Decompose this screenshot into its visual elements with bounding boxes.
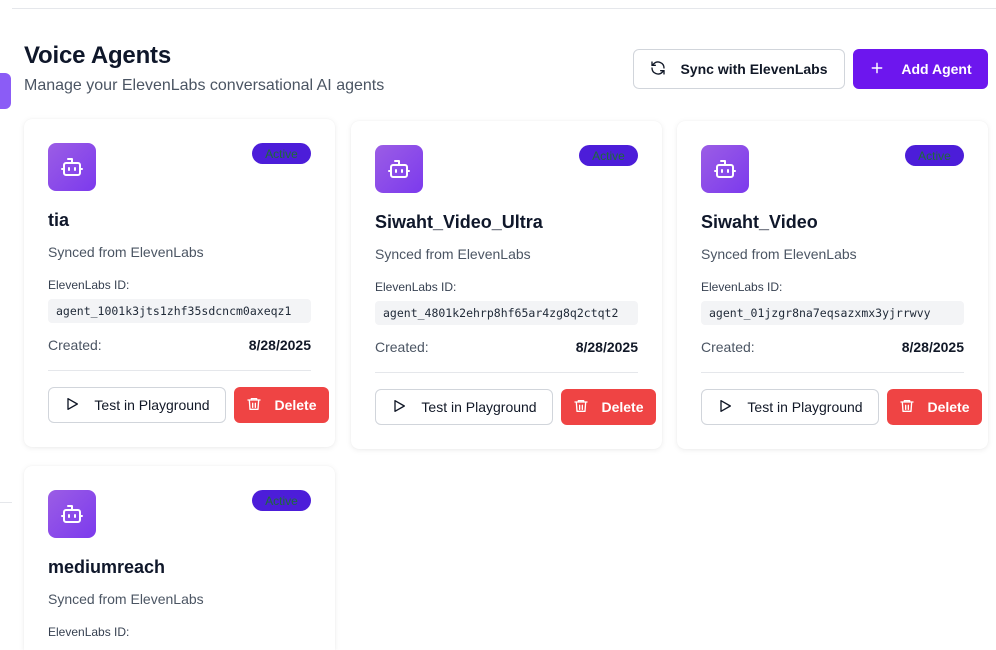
agent-source: Synced from ElevenLabs xyxy=(701,246,857,262)
created-label: Created: xyxy=(701,339,755,355)
created-date: 8/28/2025 xyxy=(901,339,964,355)
play-icon xyxy=(391,398,407,417)
created-date: 8/28/2025 xyxy=(248,337,311,353)
agent-card: Active Siwaht_Video Synced from ElevenLa… xyxy=(677,121,988,449)
agent-card: Active Siwaht_Video_Ultra Synced from El… xyxy=(351,121,662,449)
plus-icon xyxy=(869,60,885,79)
delete-label: Delete xyxy=(274,397,317,413)
id-label: ElevenLabs ID: xyxy=(48,625,130,639)
delete-button[interactable]: Delete xyxy=(887,389,982,425)
delete-button[interactable]: Delete xyxy=(234,387,329,423)
agent-name: mediumreach xyxy=(48,557,166,577)
id-label: ElevenLabs ID: xyxy=(48,278,130,292)
bot-icon xyxy=(375,145,423,193)
trash-icon xyxy=(573,398,589,417)
page-subtitle: Manage your ElevenLabs conversational AI… xyxy=(24,77,385,94)
page-title: Voice Agents xyxy=(24,42,171,69)
test-playground-button[interactable]: Test in Playground xyxy=(701,389,879,425)
top-bar xyxy=(0,0,996,9)
delete-button[interactable]: Delete xyxy=(561,389,656,425)
card-divider xyxy=(375,372,638,373)
refresh-icon xyxy=(650,60,666,79)
trash-icon xyxy=(899,398,915,417)
agent-name: tia xyxy=(48,210,70,230)
play-icon xyxy=(64,396,80,415)
id-label: ElevenLabs ID: xyxy=(701,280,783,294)
trash-icon xyxy=(246,396,262,415)
card-divider xyxy=(701,372,964,373)
created-label: Created: xyxy=(48,337,102,353)
agent-name: Siwaht_Video_Ultra xyxy=(375,212,543,232)
bot-icon xyxy=(48,490,96,538)
agent-source: Synced from ElevenLabs xyxy=(375,246,531,262)
status-badge: Active xyxy=(252,490,311,511)
id-label: ElevenLabs ID: xyxy=(375,280,457,294)
status-badge: Active xyxy=(579,145,638,166)
sync-button-label: Sync with ElevenLabs xyxy=(680,61,828,77)
bot-icon xyxy=(701,145,749,193)
card-divider xyxy=(48,370,311,371)
agent-card: Active tia Synced from ElevenLabs Eleven… xyxy=(24,119,335,447)
add-agent-label: Add Agent xyxy=(901,61,972,77)
agent-id: agent_1001k3jts1zhf35sdcncm0axeqz1 xyxy=(48,299,311,323)
agent-source: Synced from ElevenLabs xyxy=(48,244,204,260)
test-playground-label: Test in Playground xyxy=(94,397,210,413)
agent-id: agent_01jzgr8na7eqsazxmx3yjrrwvy xyxy=(701,301,964,325)
created-date: 8/28/2025 xyxy=(575,339,638,355)
test-playground-button[interactable]: Test in Playground xyxy=(375,389,553,425)
play-icon xyxy=(717,398,733,417)
test-playground-label: Test in Playground xyxy=(421,399,537,415)
agent-id: agent_4801k2ehrp8hf65ar4zg8q2ctqt2 xyxy=(375,301,638,325)
agent-card: Active mediumreach Synced from ElevenLab… xyxy=(24,466,335,650)
agent-source: Synced from ElevenLabs xyxy=(48,591,204,607)
delete-label: Delete xyxy=(927,399,970,415)
status-badge: Active xyxy=(252,143,311,164)
agent-name: Siwaht_Video xyxy=(701,212,818,232)
test-playground-label: Test in Playground xyxy=(747,399,863,415)
delete-label: Delete xyxy=(601,399,644,415)
sidebar-active-item[interactable] xyxy=(0,73,11,109)
test-playground-button[interactable]: Test in Playground xyxy=(48,387,226,423)
status-badge: Active xyxy=(905,145,964,166)
sync-button[interactable]: Sync with ElevenLabs xyxy=(633,49,845,89)
sidebar-divider xyxy=(0,502,12,503)
created-label: Created: xyxy=(375,339,429,355)
bot-icon xyxy=(48,143,96,191)
add-agent-button[interactable]: Add Agent xyxy=(853,49,988,89)
